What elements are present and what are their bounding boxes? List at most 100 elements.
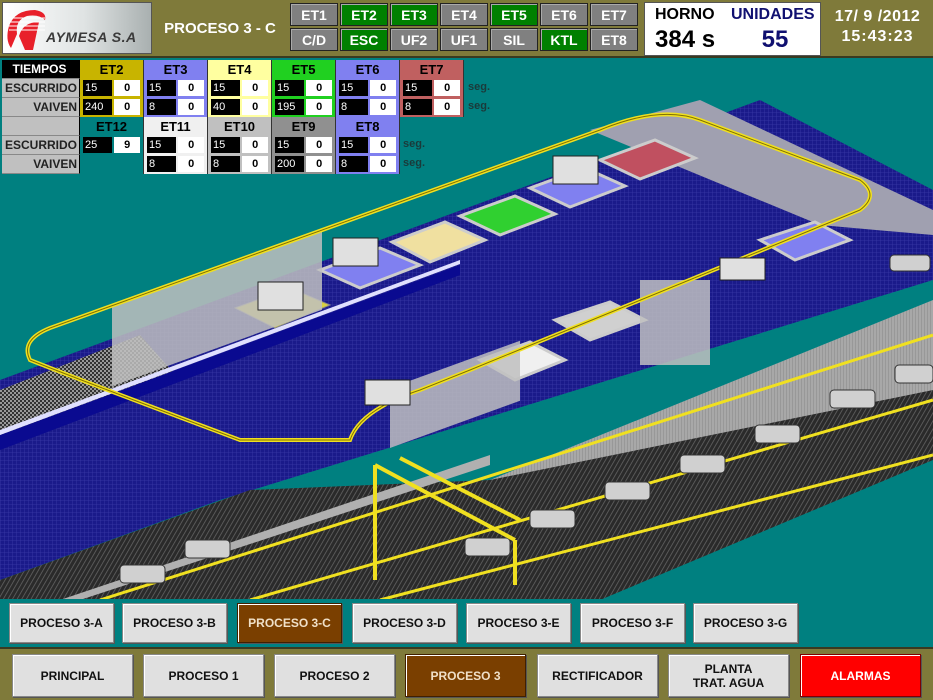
floor-edge <box>0 265 460 450</box>
vaiven-setpoint[interactable]: 8 <box>339 155 369 172</box>
nav-proceso-3d-button[interactable]: PROCESO 3-D <box>352 603 457 643</box>
date-text: 17/ 9 /2012 <box>834 8 921 25</box>
vaiven-setpoint[interactable]: 195 <box>275 98 305 115</box>
escurrido-actual: 0 <box>434 79 460 96</box>
escurrido-setpoint[interactable]: 15 <box>211 79 241 96</box>
vaiven-actual: 0 <box>370 98 396 115</box>
times-blank-cell <box>2 117 80 136</box>
station-uf1-button[interactable]: UF1 <box>440 28 488 51</box>
station-esc-button[interactable]: ESC <box>340 28 388 51</box>
portal-frame <box>373 456 521 585</box>
escurrido-row: 15 0 <box>144 135 207 154</box>
booth-3 <box>640 280 710 365</box>
company-logo: AYMESA S.A <box>2 2 152 54</box>
station-cd-button[interactable]: C/D <box>290 28 338 51</box>
vaiven-label: VAIVEN <box>2 98 80 117</box>
vaiven-row: 40 0 <box>208 97 271 116</box>
datetime-display: 17/ 9 /2012 15:43:23 <box>822 0 933 56</box>
station-et4-button[interactable]: ET4 <box>440 3 488 26</box>
nav-proceso-3-button[interactable]: PROCESO 3 <box>405 654 526 697</box>
vaiven-setpoint[interactable]: 200 <box>275 155 305 172</box>
vaiven-setpoint[interactable]: 8 <box>147 98 177 115</box>
nav-principal-button[interactable]: PRINCIPAL <box>12 654 133 697</box>
station-times-et11: ET11 15 0 8 0 <box>144 117 208 174</box>
station-et2-button[interactable]: ET2 <box>340 3 388 26</box>
unidades-value: 55 <box>761 26 789 53</box>
escurrido-setpoint[interactable]: 15 <box>339 79 369 96</box>
vaiven-row: 80 <box>400 97 463 116</box>
nav-rectificador-button[interactable]: RECTIFICADOR <box>537 654 658 697</box>
station-sil-button[interactable]: SIL <box>490 28 538 51</box>
escurrido-label-2: ESCURRIDO <box>2 136 80 155</box>
vaiven-actual: 0 <box>242 98 268 115</box>
unit-label: seg. <box>468 100 491 112</box>
station-et5-button[interactable]: ET5 <box>490 3 538 26</box>
escurrido-row: 25 9 <box>80 135 143 154</box>
vaiven-actual: 0 <box>178 98 204 115</box>
station-times-et12: ET12 25 9 <box>80 117 144 174</box>
station-et3-button[interactable]: ET3 <box>390 3 438 26</box>
vaiven-row: 195 0 <box>272 97 335 116</box>
nav-proceso-1-button[interactable]: PROCESO 1 <box>143 654 264 697</box>
station-times-et4: ET4 15 0 40 0 <box>208 60 272 117</box>
station-name: ET6 <box>355 61 380 77</box>
conveyor-lines <box>99 333 933 600</box>
subprocess-nav: PROCESO 3-A PROCESO 3-B PROCESO 3-C PROC… <box>0 599 933 647</box>
vaiven-row <box>80 154 143 173</box>
vaiven-setpoint[interactable]: 8 <box>211 155 241 172</box>
station-name: ET3 <box>163 61 188 77</box>
station-et8-button[interactable]: ET8 <box>590 28 638 51</box>
escurrido-row: 15 0 <box>336 78 399 97</box>
station-et6-button[interactable]: ET6 <box>540 3 588 26</box>
station-et7-button[interactable]: ET7 <box>590 3 638 26</box>
escurrido-row: 15 0 <box>272 135 335 154</box>
nav-planta-trat-agua-button[interactable]: PLANTA TRAT. AGUA <box>668 654 789 697</box>
process-title: PROCESO 3 - C <box>164 19 276 37</box>
station-uf2-button[interactable]: UF2 <box>390 28 438 51</box>
escurrido-setpoint[interactable]: 15 <box>147 79 177 96</box>
nav-proceso-2-button[interactable]: PROCESO 2 <box>274 654 395 697</box>
escurrido-setpoint[interactable]: 15 <box>275 79 305 96</box>
nav-proceso-3g-button[interactable]: PROCESO 3-G <box>693 603 798 643</box>
escurrido-actual: 9 <box>114 136 140 153</box>
booth-1 <box>112 229 322 387</box>
conveyor-floor <box>0 390 933 600</box>
vaiven-setpoint[interactable]: 8 <box>403 98 433 115</box>
station-name: ET4 <box>227 61 252 77</box>
vaiven-label-2: VAIVEN <box>2 155 80 174</box>
nav-proceso-3c-button[interactable]: PROCESO 3-C <box>237 603 342 643</box>
escurrido-setpoint[interactable]: 15 <box>211 136 241 153</box>
escurrido-actual: 0 <box>370 136 396 153</box>
escurrido-setpoint[interactable]: 15 <box>403 79 433 96</box>
escurrido-setpoint[interactable]: 15 <box>275 136 305 153</box>
escurrido-setpoint[interactable]: 15 <box>339 136 369 153</box>
vaiven-row: 80 <box>144 97 207 116</box>
booth-2 <box>390 340 520 449</box>
oven-counter-panel: HORNO 384 s UNIDADES 55 <box>644 2 821 56</box>
unit-label: seg. <box>403 138 426 150</box>
escurrido-setpoint[interactable]: 15 <box>83 79 113 96</box>
vaiven-setpoint[interactable]: 8 <box>339 98 369 115</box>
station-ktl-button[interactable]: KTL <box>540 28 588 51</box>
times-bottom-block: ESCURRIDO VAIVEN ET12 25 9 ET11 15 0 8 0 ET10 15 0… <box>2 117 464 174</box>
hanging-carriers <box>257 155 766 406</box>
station-name: ET5 <box>291 61 316 77</box>
vaiven-setpoint[interactable]: 40 <box>211 98 241 115</box>
station-times-et10: ET10 15 0 8 0 <box>208 117 272 174</box>
station-et1-button[interactable]: ET1 <box>290 3 338 26</box>
nav-proceso-3e-button[interactable]: PROCESO 3-E <box>466 603 571 643</box>
main-nav: PRINCIPAL PROCESO 1 PROCESO 2 PROCESO 3 … <box>0 647 933 700</box>
vaiven-setpoint[interactable]: 240 <box>83 98 113 115</box>
escurrido-label: ESCURRIDO <box>2 79 80 98</box>
nav-proceso-3b-button[interactable]: PROCESO 3-B <box>122 603 227 643</box>
nav-alarmas-button[interactable]: ALARMAS <box>800 654 921 697</box>
tank-row-lower <box>476 220 854 382</box>
station-name: ET12 <box>95 118 128 134</box>
nav-proceso-3a-button[interactable]: PROCESO 3-A <box>9 603 114 643</box>
company-name: AYMESA S.A <box>46 29 137 45</box>
escurrido-setpoint[interactable]: 15 <box>147 136 177 153</box>
escurrido-setpoint[interactable]: 25 <box>83 136 113 153</box>
vaiven-setpoint[interactable]: 8 <box>147 155 177 172</box>
station-times-et2: ET2 15 0 240 0 <box>80 60 144 117</box>
nav-proceso-3f-button[interactable]: PROCESO 3-F <box>580 603 685 643</box>
